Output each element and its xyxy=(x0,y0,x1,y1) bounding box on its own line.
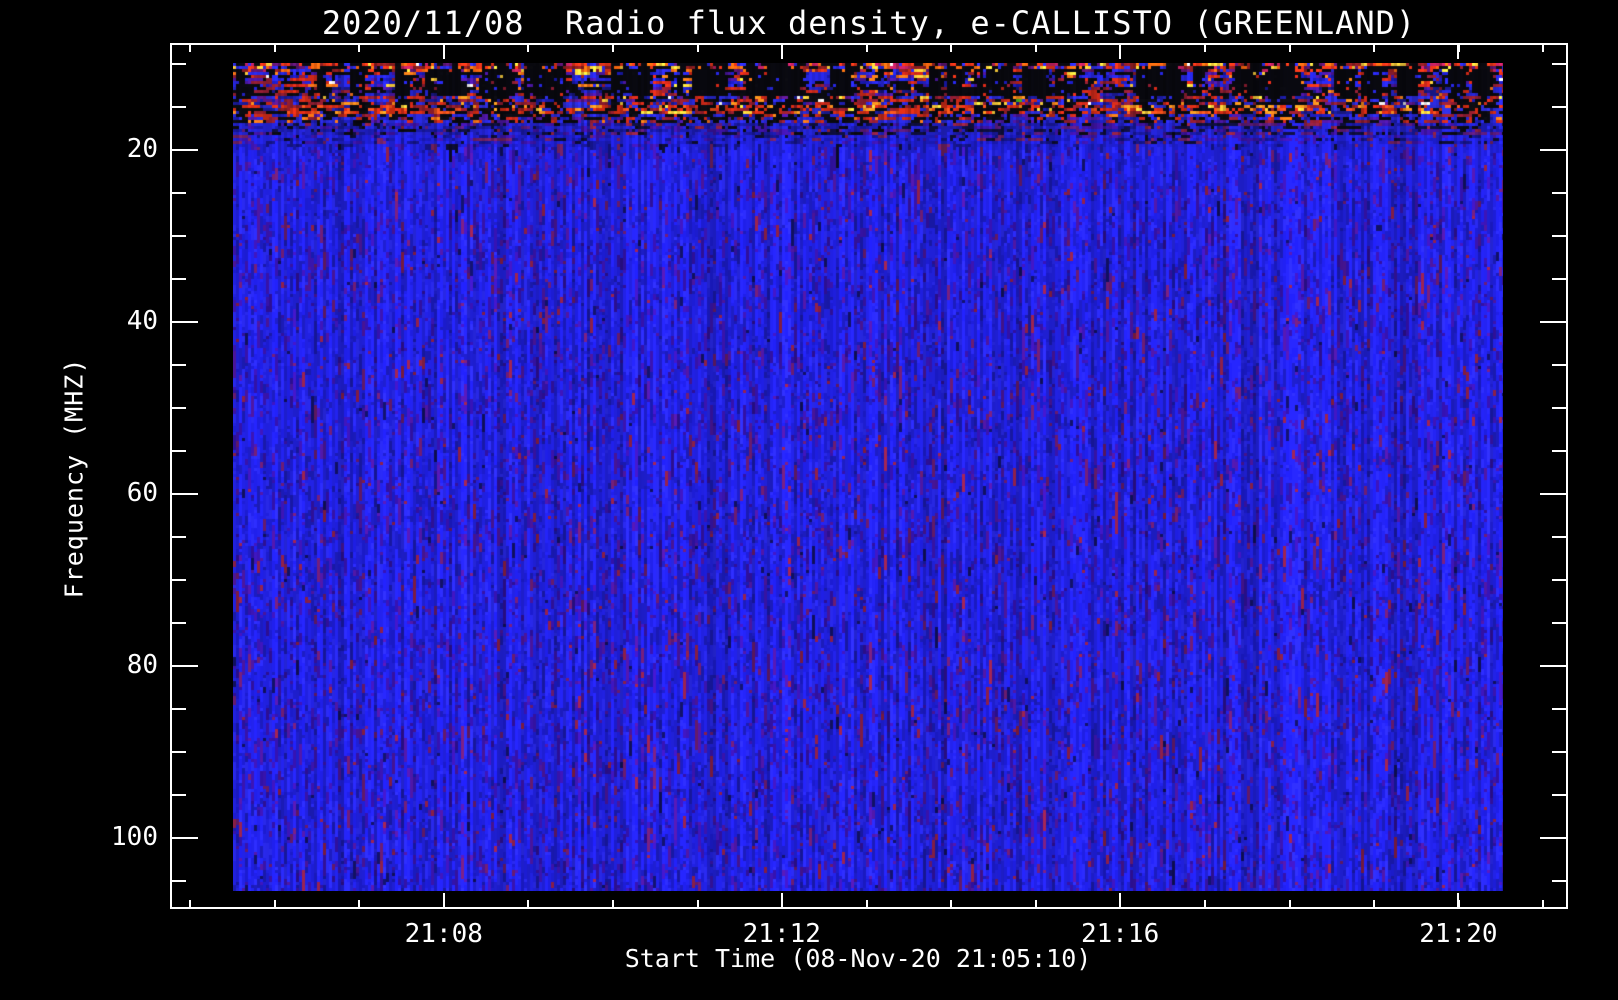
x-tick-label: 21:20 xyxy=(1419,919,1498,949)
tick-mark xyxy=(189,45,192,52)
tick-mark xyxy=(189,900,192,907)
y-tick-label: 40 xyxy=(126,306,158,336)
tick-mark xyxy=(1552,278,1566,280)
tick-mark xyxy=(1034,45,1037,52)
tick-mark xyxy=(172,622,186,624)
tick-mark xyxy=(1552,622,1566,624)
tick-mark xyxy=(527,45,530,52)
tick-mark xyxy=(358,900,361,907)
tick-mark xyxy=(442,893,445,907)
tick-mark xyxy=(1552,794,1566,796)
tick-mark xyxy=(1204,900,1207,907)
tick-mark xyxy=(172,235,186,237)
tick-mark xyxy=(1119,45,1122,59)
tick-mark xyxy=(172,665,198,667)
tick-mark xyxy=(1457,893,1460,907)
tick-mark xyxy=(172,321,198,323)
chart-title: 2020/11/08 Radio flux density, e-CALLIST… xyxy=(321,4,1417,42)
tick-mark xyxy=(1288,45,1291,52)
tick-mark xyxy=(172,364,186,366)
tick-mark xyxy=(172,106,186,108)
spectrogram-heatmap xyxy=(233,63,1503,891)
tick-mark xyxy=(1552,708,1566,710)
tick-mark xyxy=(1288,900,1291,907)
tick-mark xyxy=(1552,880,1566,882)
tick-mark xyxy=(172,536,186,538)
x-axis-title: Start Time (08-Nov-20 21:05:10) xyxy=(624,944,1092,973)
tick-mark xyxy=(950,45,953,52)
y-tick-label: 60 xyxy=(126,478,158,508)
x-tick-label: 21:08 xyxy=(404,919,483,949)
tick-mark xyxy=(172,192,186,194)
tick-mark xyxy=(172,63,186,65)
y-tick-label: 80 xyxy=(126,650,158,680)
tick-mark xyxy=(1552,450,1566,452)
tick-mark xyxy=(527,900,530,907)
tick-mark xyxy=(273,900,276,907)
tick-mark xyxy=(1540,321,1566,323)
tick-mark xyxy=(1542,900,1545,907)
tick-mark xyxy=(172,493,198,495)
tick-mark xyxy=(1552,192,1566,194)
plot-frame xyxy=(170,43,1568,909)
tick-mark xyxy=(172,708,186,710)
tick-mark xyxy=(172,579,186,581)
tick-mark xyxy=(172,149,198,151)
tick-mark xyxy=(1540,149,1566,151)
tick-mark xyxy=(612,900,614,907)
tick-mark xyxy=(172,794,186,796)
tick-mark xyxy=(865,900,868,907)
tick-mark xyxy=(172,450,186,452)
tick-mark xyxy=(1542,45,1545,52)
tick-mark xyxy=(1540,837,1566,839)
tick-mark xyxy=(1552,579,1566,581)
tick-mark xyxy=(1552,106,1566,108)
tick-mark xyxy=(1373,900,1376,907)
tick-mark xyxy=(1552,63,1566,65)
spectrogram-page: 2020/11/08 Radio flux density, e-CALLIST… xyxy=(0,0,1618,1000)
tick-mark xyxy=(358,45,361,52)
tick-mark xyxy=(172,407,186,409)
tick-mark xyxy=(1552,751,1566,753)
tick-mark xyxy=(1552,536,1566,538)
tick-mark xyxy=(950,900,953,907)
tick-mark xyxy=(1457,45,1460,59)
y-tick-label: 100 xyxy=(111,822,158,852)
tick-mark xyxy=(780,45,783,59)
tick-mark xyxy=(696,45,699,52)
x-tick-label: 21:16 xyxy=(1080,919,1160,949)
tick-mark xyxy=(1540,665,1566,667)
y-axis-title: Frequency (MHZ) xyxy=(59,357,89,599)
tick-mark xyxy=(172,278,186,280)
y-tick-label: 20 xyxy=(126,134,158,164)
tick-mark xyxy=(172,880,186,882)
tick-mark xyxy=(1552,364,1566,366)
tick-mark xyxy=(442,45,445,59)
tick-mark xyxy=(865,45,868,52)
tick-mark xyxy=(1034,900,1037,907)
tick-mark xyxy=(780,893,783,907)
tick-mark xyxy=(1119,893,1122,907)
tick-mark xyxy=(172,837,198,839)
tick-mark xyxy=(1552,407,1566,409)
tick-mark xyxy=(696,900,699,907)
tick-mark xyxy=(1204,45,1207,52)
tick-mark xyxy=(273,45,276,52)
tick-mark xyxy=(172,751,186,753)
tick-mark xyxy=(1540,493,1566,495)
tick-mark xyxy=(1373,45,1376,52)
tick-mark xyxy=(1552,235,1566,237)
tick-mark xyxy=(612,45,614,52)
